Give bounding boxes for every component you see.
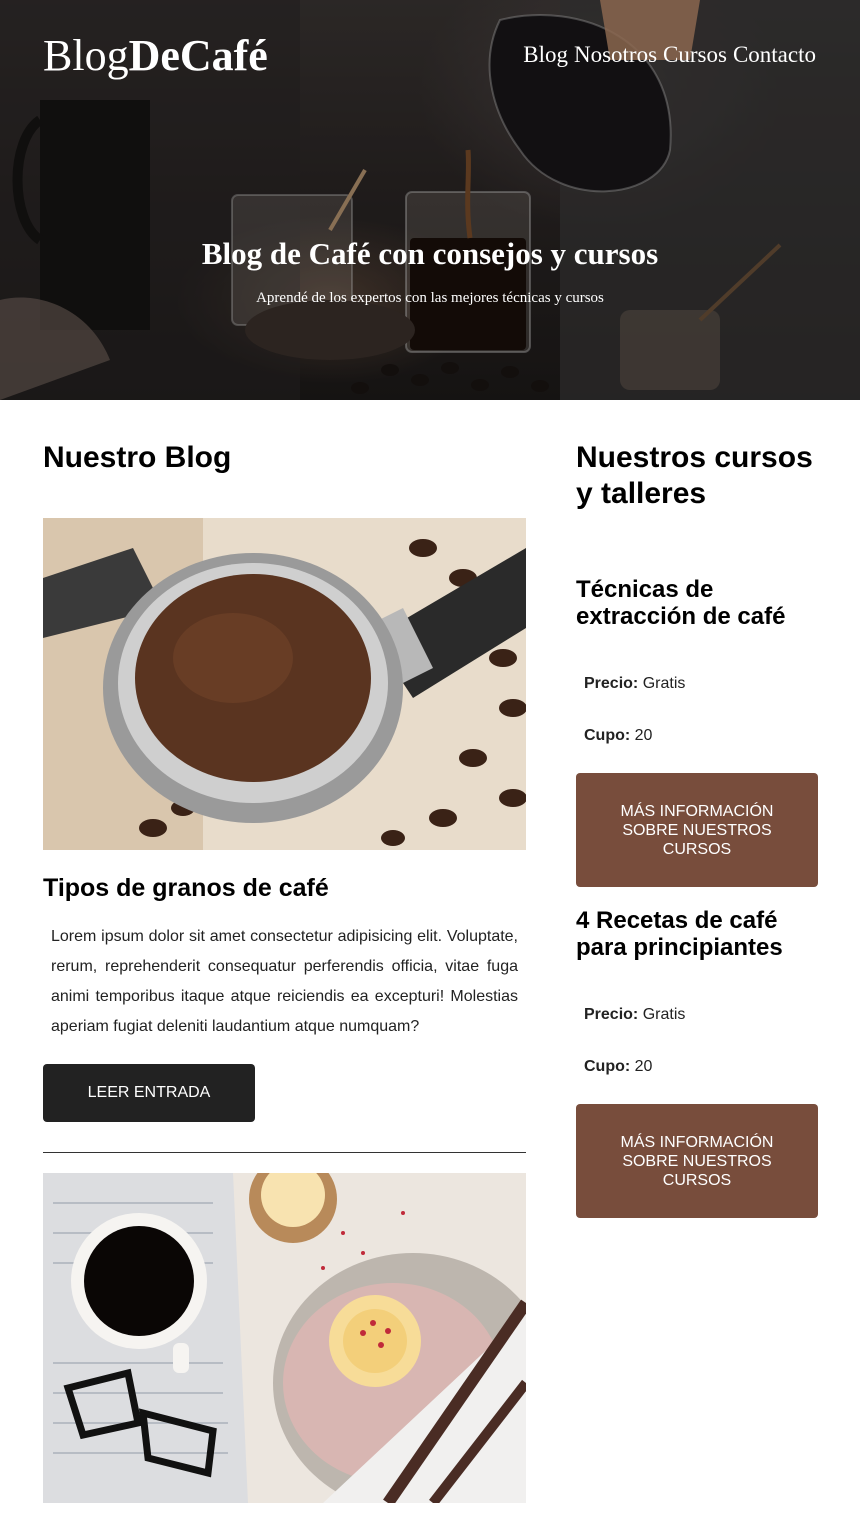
hero-title: Blog de Café con consejos y cursos <box>201 236 659 271</box>
nav-link-blog[interactable]: Blog <box>523 42 568 68</box>
course-price: Precio: Gratis <box>576 1006 818 1024</box>
price-value: Gratis <box>642 675 686 692</box>
coffee-cupcake-image <box>43 1173 526 1503</box>
post-image-coffee-grounds[interactable] <box>43 518 526 850</box>
course-price: Precio: Gratis <box>576 675 818 693</box>
blog-section-title: Nuestro Blog <box>43 441 232 474</box>
site-logo[interactable]: BlogDeCafé <box>43 30 268 81</box>
course-quota: Cupo: 20 <box>576 1058 818 1076</box>
course-info-button[interactable]: MÁS INFORMACIÓN SOBRE NUESTROS CURSOS <box>576 1104 818 1218</box>
course-title: Técnicas de extracción de café <box>576 576 786 630</box>
courses-section: Nuestros cursos y talleres Técnicas de e… <box>576 440 818 1218</box>
courses-section-title: Nuestros cursos y talleres <box>576 441 813 510</box>
course-title: 4 Recetas de café para principiantes <box>576 907 783 961</box>
blog-post: Tipos de granos de café Lorem ipsum dolo… <box>43 518 526 1122</box>
course-card: Técnicas de extracción de café Precio: G… <box>576 576 818 887</box>
nav-link-contacto[interactable]: Contacto <box>733 42 816 68</box>
portafilter-image <box>43 518 526 850</box>
logo-text-bold: DeCafé <box>128 31 268 80</box>
post-image-coffee-cupcake[interactable] <box>43 1173 526 1503</box>
blog-section: Nuestro Blog Tipos de granos de café Lor… <box>43 440 526 1503</box>
logo-text-light: Blog <box>43 31 129 80</box>
price-label: Precio: <box>584 1006 639 1023</box>
price-value: Gratis <box>642 1006 686 1023</box>
post-divider <box>43 1152 526 1153</box>
main-nav: Blog Nosotros Cursos Contacto <box>523 42 816 68</box>
nav-link-nosotros[interactable]: Nosotros <box>574 42 657 68</box>
hero-header: BlogDeCafé Blog Nosotros Cursos Contacto… <box>0 0 860 400</box>
hero-subtitle: Aprendé de los expertos con las mejores … <box>256 290 604 306</box>
read-post-button[interactable]: LEER ENTRADA <box>43 1064 255 1122</box>
course-info-button[interactable]: MÁS INFORMACIÓN SOBRE NUESTROS CURSOS <box>576 773 818 887</box>
course-quota: Cupo: 20 <box>576 727 818 745</box>
quota-value: 20 <box>634 1058 653 1075</box>
quota-label: Cupo: <box>584 727 631 744</box>
quota-label: Cupo: <box>584 1058 631 1075</box>
post-title[interactable]: Tipos de granos de café <box>43 872 526 904</box>
quota-value: 20 <box>634 727 653 744</box>
price-label: Precio: <box>584 675 639 692</box>
course-card: 4 Recetas de café para principiantes Pre… <box>576 907 818 1218</box>
post-excerpt: Lorem ipsum dolor sit amet consectetur a… <box>51 928 518 1035</box>
nav-link-cursos[interactable]: Cursos <box>663 42 727 68</box>
